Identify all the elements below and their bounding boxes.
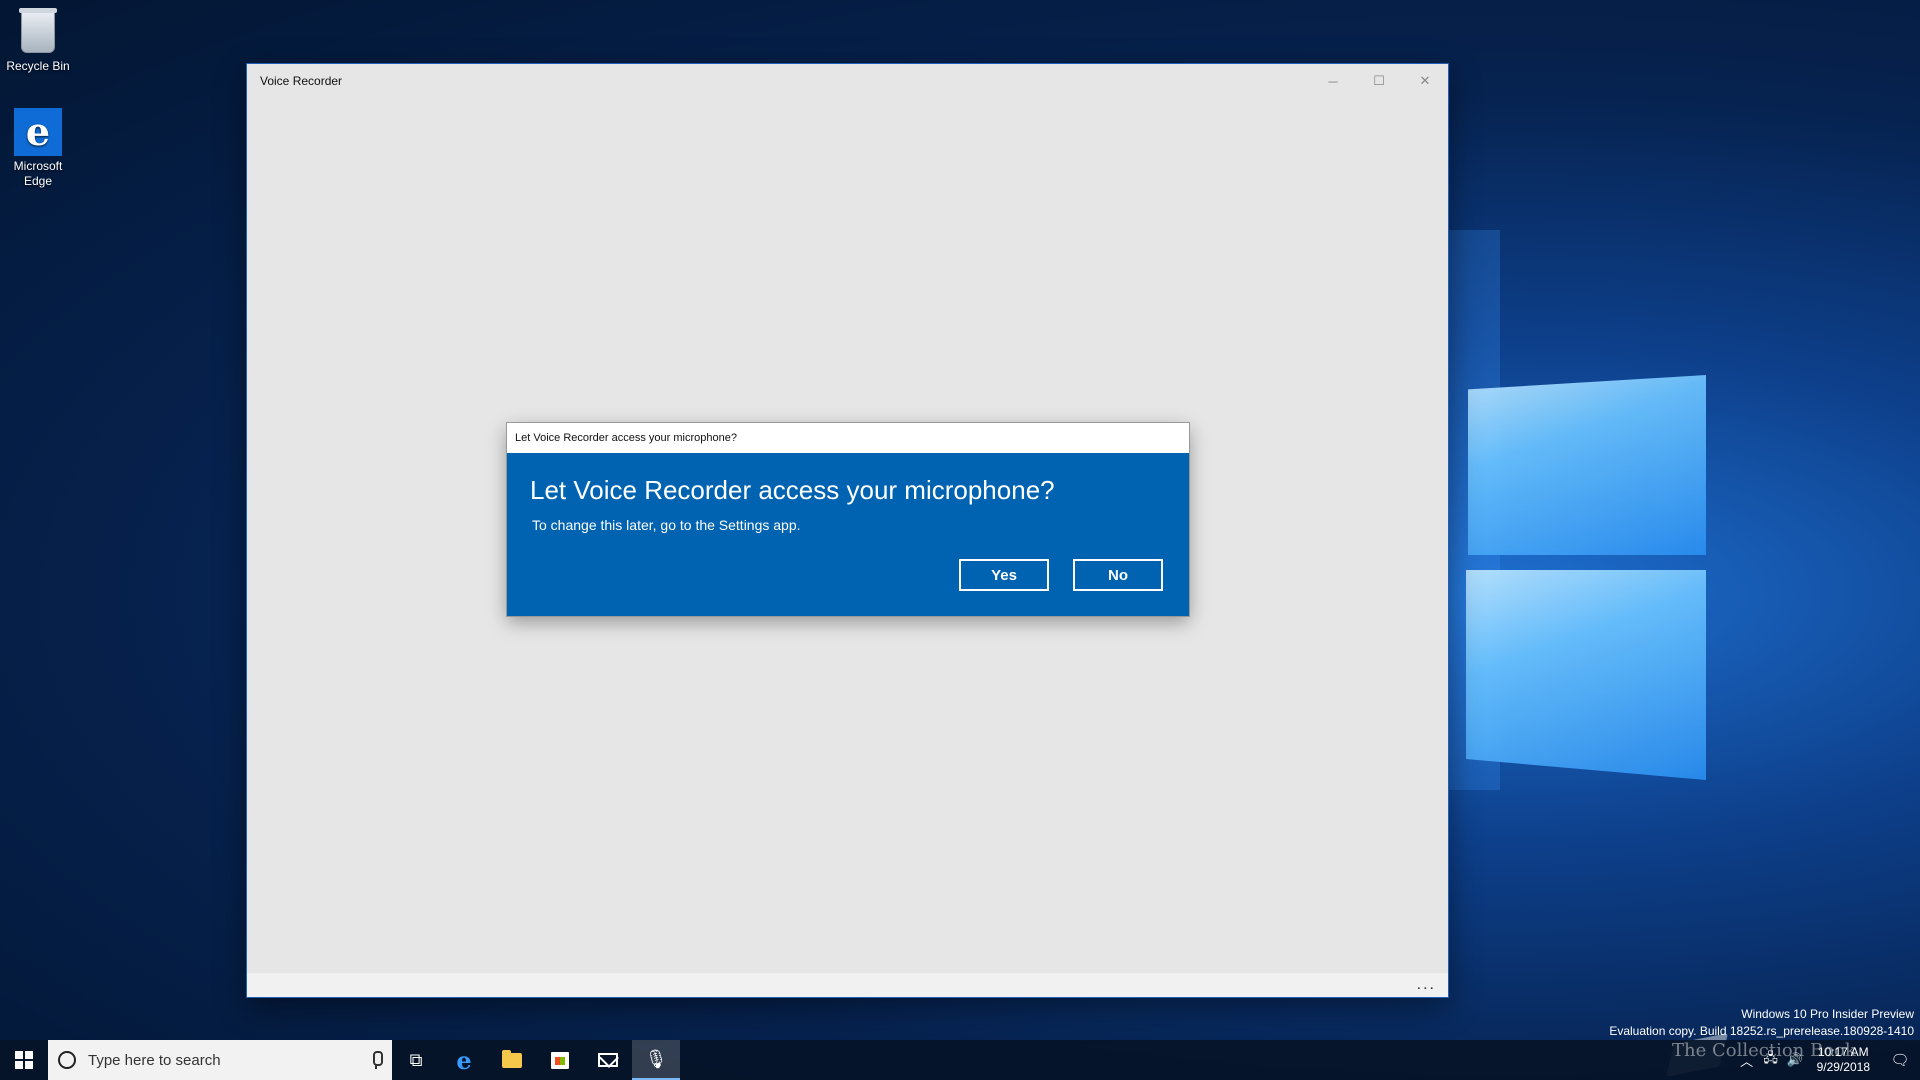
- taskbar-edge-button[interactable]: e: [440, 1040, 488, 1080]
- logo-pane-bottom: [1466, 570, 1706, 780]
- desktop-icon-label: Microsoft Edge: [13, 159, 63, 188]
- recycle-bin-icon: [14, 8, 62, 56]
- task-view-button[interactable]: ⧉: [392, 1040, 440, 1080]
- clock-date: 9/29/2018: [1816, 1060, 1870, 1074]
- window-titlebar[interactable]: Voice Recorder ─ ☐ ✕: [247, 64, 1448, 98]
- logo-pane-top: [1468, 375, 1706, 555]
- taskbar: Type here to search ⧉ e 🎙 ︿ 🖧 🔊 10:17 AM…: [0, 1040, 1920, 1080]
- taskbar-search-box[interactable]: Type here to search: [48, 1040, 392, 1080]
- store-icon: [551, 1051, 569, 1069]
- file-explorer-icon: [502, 1049, 522, 1068]
- window-controls: ─ ☐ ✕: [1310, 64, 1448, 98]
- maximize-button[interactable]: ☐: [1356, 64, 1402, 98]
- taskbar-file-explorer-button[interactable]: [488, 1040, 536, 1080]
- more-options-button[interactable]: ...: [1417, 976, 1436, 994]
- desktop-icon-microsoft-edge[interactable]: e Microsoft Edge: [0, 108, 76, 189]
- taskbar-store-button[interactable]: [536, 1040, 584, 1080]
- dialog-titlebar: Let Voice Recorder access your microphon…: [507, 423, 1189, 453]
- desktop-icon-recycle-bin[interactable]: Recycle Bin: [0, 8, 76, 74]
- collection-book-watermark: The Collection Book: [1672, 1040, 1856, 1061]
- desktop-icon-label: Recycle Bin: [6, 59, 70, 73]
- taskbar-mail-button[interactable]: [584, 1040, 632, 1080]
- minimize-button[interactable]: ─: [1310, 64, 1356, 98]
- close-button[interactable]: ✕: [1402, 64, 1448, 98]
- windows-logo-wallpaper: [1450, 340, 1710, 800]
- start-button[interactable]: [0, 1040, 48, 1080]
- yes-button[interactable]: Yes: [959, 559, 1049, 591]
- search-placeholder: Type here to search: [88, 1051, 221, 1069]
- taskbar-voice-recorder-button[interactable]: 🎙: [632, 1040, 680, 1080]
- dialog-message: To change this later, go to the Settings…: [532, 517, 801, 533]
- cortana-icon: [58, 1051, 76, 1069]
- voice-recorder-icon: 🎙: [644, 1048, 668, 1069]
- edge-icon: e: [456, 1045, 472, 1075]
- window-title: Voice Recorder: [260, 74, 343, 88]
- build-watermark: Windows 10 Pro Insider Preview Evaluatio…: [1609, 1006, 1914, 1040]
- no-button[interactable]: No: [1073, 559, 1163, 591]
- microphone-permission-dialog: Let Voice Recorder access your microphon…: [507, 423, 1189, 616]
- watermark-build: Evaluation copy. Build 18252.rs_prerelea…: [1609, 1024, 1914, 1038]
- microphone-icon[interactable]: [370, 1051, 383, 1069]
- app-command-bar: ...: [247, 973, 1448, 997]
- edge-icon: e: [14, 108, 62, 156]
- dialog-heading: Let Voice Recorder access your microphon…: [530, 475, 1055, 505]
- mail-icon: [598, 1053, 618, 1067]
- action-center-icon[interactable]: 🗨: [1880, 1051, 1920, 1069]
- windows-start-icon: [15, 1051, 33, 1069]
- watermark-edition: Windows 10 Pro Insider Preview: [1741, 1007, 1914, 1021]
- task-view-icon: ⧉: [409, 1049, 423, 1070]
